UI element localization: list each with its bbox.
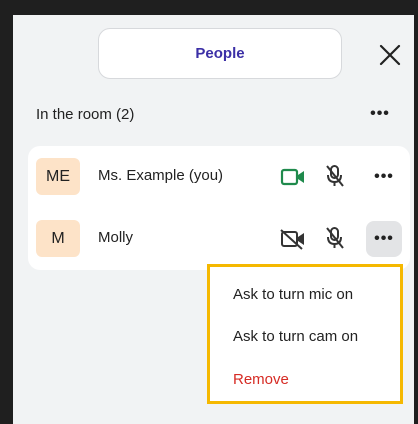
section-more-button[interactable]: ••• xyxy=(369,104,391,124)
menu-item-ask-cam-on[interactable]: Ask to turn cam on xyxy=(233,328,358,345)
participant-actions-menu: Ask to turn mic on Ask to turn cam on Re… xyxy=(207,264,403,404)
more-dots-icon: ••• xyxy=(374,168,394,185)
more-dots-icon: ••• xyxy=(370,105,390,122)
more-dots-icon: ••• xyxy=(374,230,394,247)
avatar: ME xyxy=(36,158,80,195)
avatar: M xyxy=(36,220,80,257)
participant-name: Molly xyxy=(98,229,134,246)
close-icon xyxy=(379,44,401,66)
tab-people[interactable]: People xyxy=(98,28,342,79)
menu-item-remove[interactable]: Remove xyxy=(233,371,289,388)
camera-toggle[interactable] xyxy=(280,166,306,188)
participant-name: Ms. Example (you) xyxy=(98,167,224,184)
mic-toggle[interactable] xyxy=(324,164,346,188)
participant-more-button[interactable]: ••• xyxy=(366,159,402,195)
tab-people-label: People xyxy=(195,45,245,62)
avatar-initials: M xyxy=(51,229,65,247)
mic-toggle[interactable] xyxy=(324,226,346,250)
mic-muted-icon xyxy=(326,165,344,187)
participant-row: ME Ms. Example (you) ••• xyxy=(28,153,410,199)
participant-more-button[interactable]: ••• xyxy=(366,221,402,257)
camera-off-icon xyxy=(280,229,304,250)
participant-row: M Molly ••• xyxy=(28,215,410,261)
close-button[interactable] xyxy=(377,42,403,68)
avatar-initials: ME xyxy=(46,167,70,185)
menu-item-ask-mic-on[interactable]: Ask to turn mic on xyxy=(233,286,353,303)
mic-muted-icon xyxy=(326,227,344,249)
participant-list: ME Ms. Example (you) ••• M Molly ••• xyxy=(28,146,410,270)
camera-toggle[interactable] xyxy=(280,228,306,250)
section-title: In the room (2) xyxy=(36,106,135,123)
camera-on-icon xyxy=(280,168,304,186)
